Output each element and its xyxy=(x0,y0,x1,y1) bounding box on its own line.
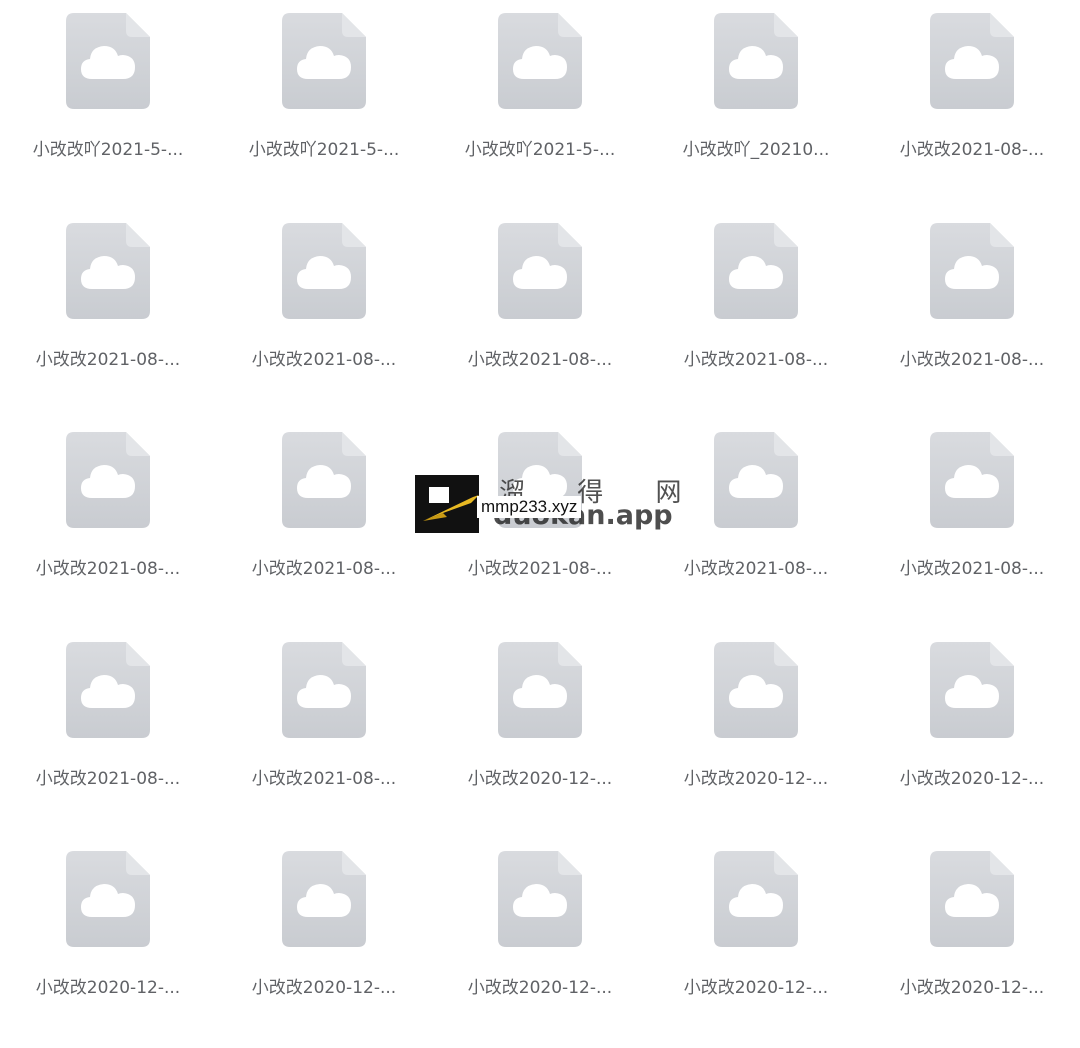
file-item[interactable]: 小改改2021-08-... xyxy=(216,419,432,629)
cloud-file-icon xyxy=(714,838,798,947)
cloud-file-icon xyxy=(282,419,366,528)
cloud-file-icon xyxy=(714,0,798,109)
cloud-file-icon xyxy=(498,210,582,319)
cloud-file-icon xyxy=(66,210,150,319)
p-logo-icon xyxy=(415,475,479,533)
cloud-file-icon xyxy=(930,0,1014,109)
file-name: 小改改吖_20210... xyxy=(682,140,830,160)
cloud-file-icon xyxy=(66,419,150,528)
cloud-file-icon xyxy=(498,0,582,109)
file-name: 小改改2020-12-... xyxy=(683,978,829,998)
file-item[interactable]: 小改改2021-08-... xyxy=(0,210,216,420)
file-item[interactable]: 小改改2021-08-... xyxy=(216,210,432,420)
cloud-file-icon xyxy=(498,838,582,947)
cloud-file-icon xyxy=(930,210,1014,319)
file-item[interactable]: 小改改2021-08-... xyxy=(648,419,864,629)
file-item[interactable]: 小改改2021-08-... xyxy=(216,629,432,839)
file-name: 小改改2020-12-... xyxy=(899,978,1045,998)
file-item[interactable]: 小改改2021-08-... xyxy=(864,0,1080,210)
file-item[interactable]: 小改改吖2021-5-... xyxy=(432,0,648,210)
file-item[interactable]: 小改改2021-08-... xyxy=(0,629,216,839)
watermark-url-text: mmp233.xyz xyxy=(477,496,582,518)
cloud-file-icon xyxy=(930,838,1014,947)
cloud-file-icon xyxy=(714,629,798,738)
file-item[interactable]: 小改改2020-12-... xyxy=(648,629,864,839)
cloud-file-icon xyxy=(714,210,798,319)
file-name: 小改改2020-12-... xyxy=(251,978,397,998)
file-name: 小改改2021-08-... xyxy=(251,349,397,370)
file-item[interactable]: 小改改2021-08-... xyxy=(0,419,216,629)
file-name: 小改改2021-08-... xyxy=(251,559,397,579)
file-name: 小改改吖2021-5-... xyxy=(248,140,400,160)
file-name: 小改改2021-08-... xyxy=(35,559,181,579)
cloud-file-icon xyxy=(66,0,150,109)
file-item[interactable]: 小改改2021-08-... xyxy=(864,419,1080,629)
cloud-file-icon xyxy=(498,629,582,738)
file-name: 小改改2021-08-... xyxy=(35,768,181,789)
file-item[interactable]: 小改改2020-12-... xyxy=(432,629,648,839)
cloud-file-icon xyxy=(282,0,366,109)
file-name: 小改改2021-08-... xyxy=(899,559,1045,579)
file-name: 小改改2021-08-... xyxy=(899,349,1045,370)
file-item[interactable]: 小改改2020-12-... xyxy=(648,838,864,1048)
file-item[interactable]: 小改改吖2021-5-... xyxy=(0,0,216,210)
file-item[interactable]: 小改改吖2021-5-... xyxy=(216,0,432,210)
cloud-file-icon xyxy=(282,629,366,738)
file-name: 小改改2021-08-... xyxy=(467,559,613,579)
file-name: 小改改2020-12-... xyxy=(467,978,613,998)
file-name: 小改改吖2021-5-... xyxy=(32,140,184,160)
file-item[interactable]: 小改改2021-08-... xyxy=(648,210,864,420)
cloud-file-icon xyxy=(66,629,150,738)
cloud-file-icon xyxy=(282,838,366,947)
file-item[interactable]: 小改改2020-12-... xyxy=(432,838,648,1048)
cloud-file-icon xyxy=(930,419,1014,528)
file-name: 小改改2021-08-... xyxy=(467,349,613,370)
file-item[interactable]: 小改改2020-12-... xyxy=(864,629,1080,839)
file-item[interactable]: 小改改2020-12-... xyxy=(0,838,216,1048)
file-name: 小改改2020-12-... xyxy=(467,768,613,789)
file-name: 小改改2020-12-... xyxy=(35,978,181,998)
file-item[interactable]: 小改改2021-08-... xyxy=(432,210,648,420)
watermark: 溜 得 网 duokan.app mmp233.xyz xyxy=(415,470,682,536)
cloud-file-icon xyxy=(714,419,798,528)
file-name: 小改改2021-08-... xyxy=(683,559,829,579)
file-name: 小改改2020-12-... xyxy=(899,768,1045,789)
file-item[interactable]: 小改改2020-12-... xyxy=(864,838,1080,1048)
file-name: 小改改2020-12-... xyxy=(683,768,829,789)
file-name: 小改改2021-08-... xyxy=(683,349,829,370)
cloud-file-icon xyxy=(282,210,366,319)
file-item[interactable]: 小改改吖_20210... xyxy=(648,0,864,210)
file-name: 小改改2021-08-... xyxy=(899,140,1045,160)
cloud-file-icon xyxy=(66,838,150,947)
file-item[interactable]: 小改改2021-08-... xyxy=(864,210,1080,420)
file-name: 小改改2021-08-... xyxy=(35,349,181,370)
file-item[interactable]: 小改改2020-12-... xyxy=(216,838,432,1048)
cloud-file-icon xyxy=(930,629,1014,738)
file-name: 小改改吖2021-5-... xyxy=(464,140,616,160)
file-name: 小改改2021-08-... xyxy=(251,768,397,789)
